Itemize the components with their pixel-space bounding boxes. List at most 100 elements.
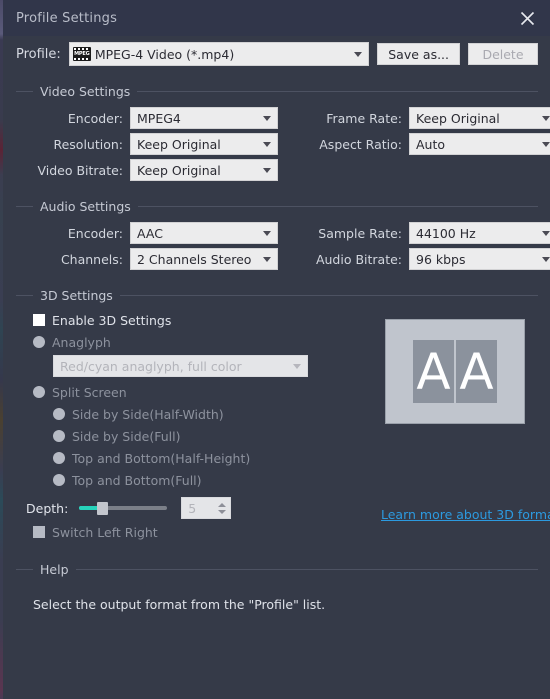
profile-settings-window: Profile Settings Profile: MPEG MPEG-4 Vi… bbox=[3, 0, 550, 699]
help-text: Select the output format from the "Profi… bbox=[33, 597, 326, 612]
audio-settings-title: Audio Settings bbox=[40, 198, 131, 214]
depth-row: Depth: 5 bbox=[26, 495, 371, 521]
split-screen-label: Split Screen bbox=[52, 384, 127, 400]
resolution-row: Resolution: Keep Original bbox=[16, 131, 278, 157]
top-bottom-half-label: Top and Bottom(Half-Height) bbox=[72, 450, 251, 466]
enable-3d-label: Enable 3D Settings bbox=[52, 312, 172, 328]
learn-more-3d-link[interactable]: Learn more about 3D format bbox=[381, 507, 550, 522]
side-by-side-full-radio-row: Side by Side(Full) bbox=[53, 425, 371, 447]
switch-left-right-label: Switch Left Right bbox=[52, 524, 158, 540]
split-screen-radio bbox=[33, 386, 45, 398]
preview-left-letter: A bbox=[413, 340, 454, 403]
save-as-button[interactable]: Save as... bbox=[377, 43, 460, 65]
video-encoder-row: Encoder: MPEG4 bbox=[16, 105, 278, 131]
chevron-down-icon bbox=[287, 363, 307, 369]
aspect-ratio-select[interactable]: Auto bbox=[409, 133, 550, 155]
enable-3d-checkbox-row[interactable]: Enable 3D Settings bbox=[33, 309, 371, 331]
side-by-side-full-radio bbox=[53, 430, 65, 442]
video-encoder-label: Encoder: bbox=[67, 110, 123, 126]
frame-rate-label: Frame Rate: bbox=[326, 110, 402, 126]
audio-settings-group: Audio Settings Encoder: AAC Channels: 2 … bbox=[16, 198, 550, 272]
stepper-arrows-icon bbox=[214, 502, 230, 514]
mpeg-film-icon: MPEG bbox=[72, 47, 91, 61]
split-screen-radio-row: Split Screen bbox=[33, 381, 371, 403]
switch-left-right-row: Switch Left Right bbox=[33, 521, 371, 543]
audio-settings-header: Audio Settings bbox=[16, 198, 538, 214]
help-header: Help bbox=[16, 561, 538, 577]
side-by-side-half-label: Side by Side(Half-Width) bbox=[72, 406, 224, 422]
preview-right-letter: A bbox=[456, 340, 497, 403]
side-by-side-half-radio-row: Side by Side(Half-Width) bbox=[53, 403, 371, 425]
chevron-down-icon bbox=[257, 256, 277, 262]
sample-rate-value: 44100 Hz bbox=[416, 225, 476, 241]
close-icon[interactable] bbox=[510, 2, 544, 34]
aspect-ratio-label: Aspect Ratio: bbox=[319, 136, 402, 152]
audio-settings-left-column: Encoder: AAC Channels: 2 Channels Stereo bbox=[16, 220, 278, 272]
profile-select[interactable]: MPEG MPEG-4 Video (*.mp4) bbox=[68, 42, 370, 66]
aspect-ratio-value: Auto bbox=[416, 136, 446, 152]
anaglyph-radio-row: Anaglyph bbox=[33, 331, 371, 353]
side-by-side-full-label: Side by Side(Full) bbox=[72, 428, 181, 444]
audio-encoder-label: Encoder: bbox=[67, 225, 123, 241]
three-d-settings-title: 3D Settings bbox=[40, 287, 113, 303]
frame-rate-value: Keep Original bbox=[416, 110, 500, 126]
top-bottom-full-radio-row: Top and Bottom(Full) bbox=[53, 469, 371, 491]
channels-value: 2 Channels Stereo bbox=[137, 251, 252, 267]
channels-label: Channels: bbox=[60, 251, 123, 267]
settings-content: Video Settings Encoder: MPEG4 Resolution… bbox=[3, 72, 550, 699]
anaglyph-mode-select: Red/cyan anaglyph, full color bbox=[53, 355, 308, 377]
audio-encoder-row: Encoder: AAC bbox=[16, 220, 278, 246]
chevron-down-icon bbox=[536, 115, 550, 121]
video-encoder-value: MPEG4 bbox=[137, 110, 181, 126]
video-encoder-select[interactable]: MPEG4 bbox=[130, 107, 278, 129]
chevron-down-icon bbox=[257, 167, 277, 173]
frame-rate-row: Frame Rate: Keep Original bbox=[278, 105, 550, 131]
depth-slider[interactable] bbox=[79, 498, 168, 518]
depth-slider-thumb[interactable] bbox=[97, 502, 109, 515]
anaglyph-label: Anaglyph bbox=[52, 334, 111, 350]
audio-bitrate-label: Audio Bitrate: bbox=[315, 251, 402, 267]
help-title: Help bbox=[40, 561, 69, 577]
title-bar: Profile Settings bbox=[3, 0, 550, 36]
depth-value: 5 bbox=[188, 500, 197, 516]
window-edge-strip bbox=[0, 0, 3, 699]
video-settings-right-column: Frame Rate: Keep Original Aspect Ratio: … bbox=[278, 105, 550, 183]
top-bottom-half-radio-row: Top and Bottom(Half-Height) bbox=[53, 447, 371, 469]
three-d-preview-image: A A bbox=[385, 319, 525, 424]
enable-3d-checkbox[interactable] bbox=[33, 314, 45, 326]
delete-button: Delete bbox=[468, 43, 538, 65]
chevron-down-icon bbox=[257, 230, 277, 236]
three-d-settings-header: 3D Settings bbox=[16, 287, 538, 303]
video-settings-title: Video Settings bbox=[40, 83, 131, 99]
resolution-select[interactable]: Keep Original bbox=[130, 133, 278, 155]
frame-rate-select[interactable]: Keep Original bbox=[409, 107, 550, 129]
chevron-down-icon bbox=[257, 115, 277, 121]
video-bitrate-label: Video Bitrate: bbox=[37, 162, 123, 178]
help-group: Help Select the output format from the "… bbox=[16, 562, 538, 612]
channels-select[interactable]: 2 Channels Stereo bbox=[130, 248, 278, 270]
audio-settings-right-column: Sample Rate: 44100 Hz Audio Bitrate: 96 … bbox=[278, 220, 550, 272]
channels-row: Channels: 2 Channels Stereo bbox=[16, 246, 278, 272]
audio-encoder-select[interactable]: AAC bbox=[130, 222, 278, 244]
audio-encoder-value: AAC bbox=[137, 225, 163, 241]
chevron-down-icon bbox=[348, 51, 368, 57]
switch-left-right-checkbox bbox=[33, 526, 45, 538]
window-title: Profile Settings bbox=[16, 10, 118, 26]
chevron-down-icon bbox=[257, 141, 277, 147]
anaglyph-mode-row: Red/cyan anaglyph, full color bbox=[53, 353, 371, 381]
video-settings-group: Video Settings Encoder: MPEG4 Resolution… bbox=[16, 83, 550, 183]
chevron-down-icon bbox=[536, 256, 550, 262]
anaglyph-radio bbox=[33, 336, 45, 348]
audio-bitrate-row: Audio Bitrate: 96 kbps bbox=[278, 246, 550, 272]
video-bitrate-select[interactable]: Keep Original bbox=[130, 159, 278, 181]
chevron-down-icon bbox=[536, 230, 550, 236]
profile-label: Profile: bbox=[16, 46, 61, 62]
chevron-down-icon bbox=[536, 141, 550, 147]
mpeg-film-icon-label: MPEG bbox=[74, 51, 90, 57]
profile-select-value: MPEG-4 Video (*.mp4) bbox=[94, 46, 235, 62]
video-bitrate-row: Video Bitrate: Keep Original bbox=[16, 157, 278, 183]
video-bitrate-value: Keep Original bbox=[137, 162, 221, 178]
depth-stepper: 5 bbox=[181, 497, 232, 519]
sample-rate-select[interactable]: 44100 Hz bbox=[409, 222, 550, 244]
audio-bitrate-select[interactable]: 96 kbps bbox=[409, 248, 550, 270]
